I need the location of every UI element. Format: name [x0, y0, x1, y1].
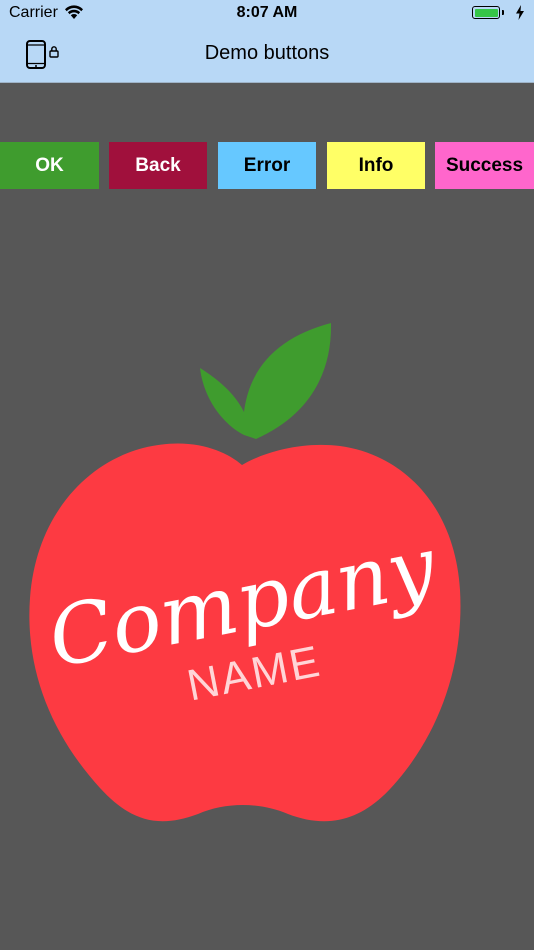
ok-button[interactable]: OK: [0, 142, 99, 189]
nav-title: Demo buttons: [204, 42, 330, 64]
info-button[interactable]: Info: [327, 142, 425, 189]
company-logo: Company NAME: [29, 323, 461, 822]
nav-bar: Demo buttons: [0, 26, 534, 83]
error-button[interactable]: Error: [218, 142, 316, 189]
leaf-icon: [200, 323, 332, 439]
success-button[interactable]: Success: [435, 142, 534, 189]
app-screen: Carrier 8:07 AM Demo buttons OK Back Err…: [0, 0, 534, 950]
battery-icon: [472, 6, 500, 19]
status-time: 8:07 AM: [236, 4, 298, 21]
back-button[interactable]: Back: [109, 142, 207, 189]
battery-tip: [502, 10, 504, 15]
battery-fill: [474, 8, 498, 17]
bolt-icon: [515, 5, 525, 25]
button-row: OK Back Error Info Success: [0, 142, 534, 189]
status-bar: Carrier 8:07 AM: [0, 0, 534, 26]
